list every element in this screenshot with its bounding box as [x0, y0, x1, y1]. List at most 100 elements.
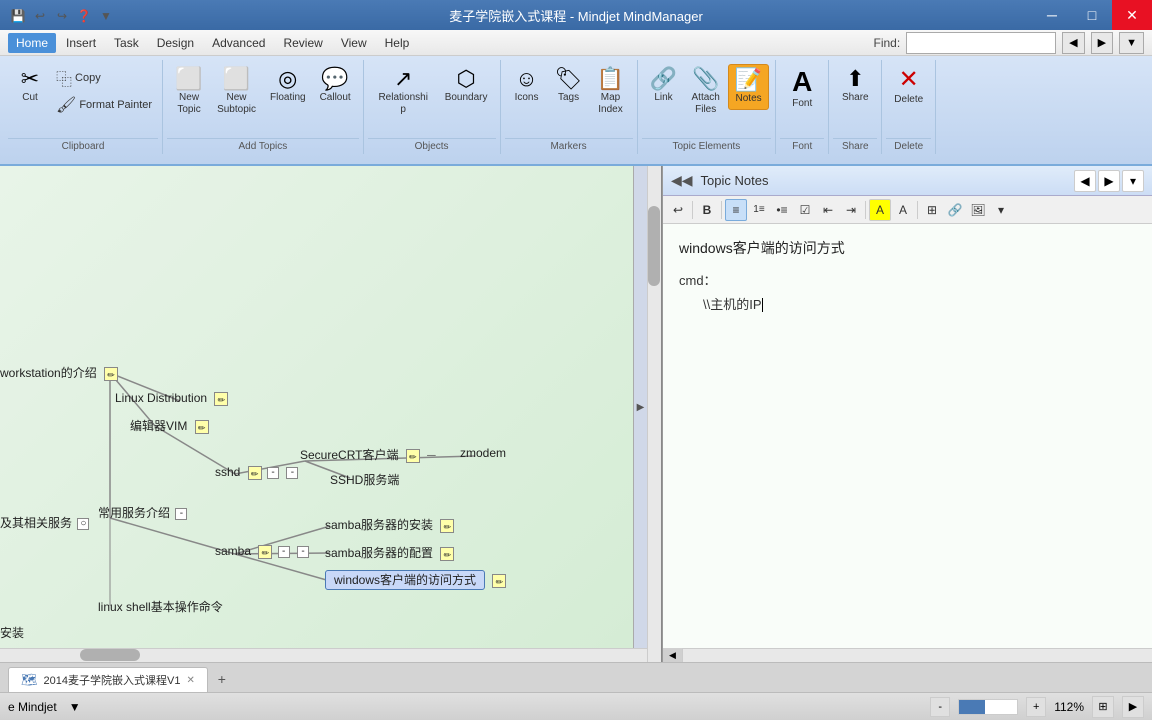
node-samba-install-icon[interactable]: ✏ — [440, 519, 454, 533]
node-sshd-expand[interactable]: - — [286, 467, 298, 479]
node-samba-expand[interactable]: - — [297, 546, 309, 558]
notes-list-bullet-btn[interactable]: •≡ — [771, 199, 793, 221]
menu-task[interactable]: Task — [106, 33, 147, 53]
mindmap-scrollthumb-h[interactable] — [80, 649, 140, 661]
node-workstation-icon[interactable]: ✏ — [104, 367, 118, 381]
delete-button[interactable]: ✕ Delete — [888, 64, 929, 110]
node-samba-text: samba — [215, 544, 251, 558]
new-topic-button[interactable]: ⬜ NewTopic — [169, 64, 209, 120]
node-samba-icon[interactable]: ✏ — [258, 545, 272, 559]
node-windows-access-topic[interactable]: windows客户端的访问方式 — [325, 570, 485, 590]
minimize-button[interactable]: ─ — [1032, 0, 1072, 30]
close-button[interactable]: ✕ — [1112, 0, 1152, 30]
notes-bold-btn[interactable]: B — [696, 199, 718, 221]
node-vim-icon[interactable]: ✏ — [195, 420, 209, 434]
notes-image-btn[interactable]: 🖼 — [967, 199, 989, 221]
delete-icon: ✕ — [899, 68, 919, 92]
tags-button[interactable]: 🏷 Tags — [549, 64, 589, 108]
node-linux-dist-icon[interactable]: ✏ — [214, 392, 228, 406]
notes-indent-more-btn[interactable]: ⇥ — [840, 199, 862, 221]
font-button[interactable]: A Font — [782, 64, 822, 114]
notes-panel: ◀◀ Topic Notes ◀ ▶ ▾ ↩ B ≡ 1≡ •≡ ☑ ⇤ ⇥ A… — [662, 166, 1152, 662]
find-options-button[interactable]: ▼ — [1119, 32, 1144, 54]
notes-undo-btn[interactable]: ↩ — [667, 199, 689, 221]
find-input[interactable] — [906, 32, 1056, 54]
notes-nav-prev[interactable]: ◀ — [1074, 170, 1096, 192]
zoom-slider[interactable] — [958, 699, 1018, 715]
copy-button[interactable]: ⿻ Copy — [52, 64, 156, 92]
menu-advanced[interactable]: Advanced — [204, 33, 273, 53]
notes-table-btn[interactable]: ⊞ — [921, 199, 943, 221]
view-options-button[interactable]: ▶ — [1122, 696, 1144, 718]
notes-align-btn[interactable]: ≡ — [725, 199, 747, 221]
cut-button[interactable]: ✂ Cut — [10, 64, 50, 108]
map-index-button[interactable]: 📋 MapIndex — [591, 64, 631, 120]
node-sshd-collapse[interactable]: - — [267, 467, 279, 479]
node-windows-access-icon[interactable]: ✏ — [492, 574, 506, 588]
attach-files-button[interactable]: 📎 AttachFiles — [686, 64, 726, 120]
notes-highlight-btn[interactable]: A — [869, 199, 891, 221]
callout-button[interactable]: 💬 Callout — [314, 64, 357, 108]
qt-undo[interactable]: ↩ — [30, 6, 50, 26]
node-vim: 编辑器VIM ✏ — [130, 417, 209, 434]
mindmap-area[interactable]: workstation的介绍 ✏ Linux Distribution ✏ 编辑… — [0, 166, 662, 662]
qt-save[interactable]: 💾 — [8, 6, 28, 26]
fit-page-button[interactable]: ⊞ — [1092, 696, 1114, 718]
node-samba-collapse[interactable]: - — [278, 546, 290, 558]
new-tab-button[interactable]: + — [210, 666, 234, 692]
notes-list-num-btn[interactable]: 1≡ — [748, 199, 770, 221]
maximize-button[interactable]: □ — [1072, 0, 1112, 30]
text-cursor — [762, 298, 763, 312]
tab-close-button[interactable]: ✕ — [186, 675, 194, 686]
notes-nav-next[interactable]: ▶ — [1098, 170, 1120, 192]
find-next-button[interactable]: ▶ — [1091, 32, 1113, 54]
relationship-button[interactable]: ↗ Relationship — [370, 64, 437, 120]
statusbar-dropdown[interactable]: ▼ — [69, 700, 81, 714]
notes-panel-collapse-icon[interactable]: ◀◀ — [671, 172, 693, 189]
menu-home[interactable]: Home — [8, 33, 56, 53]
notes-nav-more[interactable]: ▾ — [1122, 170, 1144, 192]
font-icon: A — [792, 68, 812, 96]
notes-scrollbar-h[interactable]: ◀ — [663, 648, 1152, 662]
mindmap-scrollbar-h[interactable] — [0, 648, 647, 662]
qt-down[interactable]: ▼ — [96, 6, 116, 26]
find-prev-button[interactable]: ◀ — [1062, 32, 1084, 54]
share-button[interactable]: ⬆ Share — [835, 64, 875, 108]
icons-button[interactable]: ☺ Icons — [507, 64, 547, 108]
new-subtopic-button[interactable]: ⬜ NewSubtopic — [211, 64, 262, 120]
menu-help[interactable]: Help — [377, 33, 418, 53]
link-button[interactable]: 🔗 Link — [644, 64, 684, 108]
notes-fontcolor-btn[interactable]: A — [892, 199, 914, 221]
format-painter-button[interactable]: 🖌 Format Painter — [52, 93, 156, 117]
node-sshd-icon[interactable]: ✏ — [248, 466, 262, 480]
notes-indent-less-btn[interactable]: ⇤ — [817, 199, 839, 221]
notes-content-area[interactable]: windows客户端的访问方式 cmd： \\主机的IP — [663, 224, 1152, 648]
notes-scroll-left[interactable]: ◀ — [663, 648, 683, 662]
floating-button[interactable]: ◎ Floating — [264, 64, 312, 108]
notes-link-btn[interactable]: 🔗 — [944, 199, 966, 221]
node-samba-config-icon[interactable]: ✏ — [440, 547, 454, 561]
node-install-text: 安装 — [0, 626, 24, 640]
notes-more-btn[interactable]: ▾ — [990, 199, 1012, 221]
qt-help[interactable]: ❓ — [74, 6, 94, 26]
tab-main[interactable]: 🗺 2014麦子学院嵌入式课程V1 ✕ — [8, 667, 208, 692]
mindmap-scrollthumb-v[interactable] — [648, 206, 660, 286]
mindmap-scrollbar-v[interactable] — [647, 166, 661, 662]
new-subtopic-label: NewSubtopic — [217, 92, 256, 116]
notes-list-check-btn[interactable]: ☑ — [794, 199, 816, 221]
menu-review[interactable]: Review — [275, 33, 330, 53]
boundary-button[interactable]: ⬡ Boundary — [439, 64, 494, 108]
menu-design[interactable]: Design — [149, 33, 202, 53]
boundary-label: Boundary — [445, 92, 488, 104]
zoom-out-button[interactable]: - — [930, 697, 950, 717]
zoom-in-button[interactable]: + — [1026, 697, 1046, 717]
node-securecrt-icon[interactable]: ✏ — [406, 449, 420, 463]
node-services-collapse[interactable]: ○ — [77, 518, 89, 530]
node-linux-dist-text: Linux Distribution — [115, 391, 207, 405]
node-common-services-collapse[interactable]: - — [175, 508, 187, 520]
qt-redo[interactable]: ↪ — [52, 6, 72, 26]
menu-view[interactable]: View — [333, 33, 375, 53]
menu-insert[interactable]: Insert — [58, 33, 104, 53]
notes-button[interactable]: 📝 Notes — [728, 64, 769, 110]
mindmap-collapse-panel-button[interactable]: ▶ — [633, 166, 647, 648]
